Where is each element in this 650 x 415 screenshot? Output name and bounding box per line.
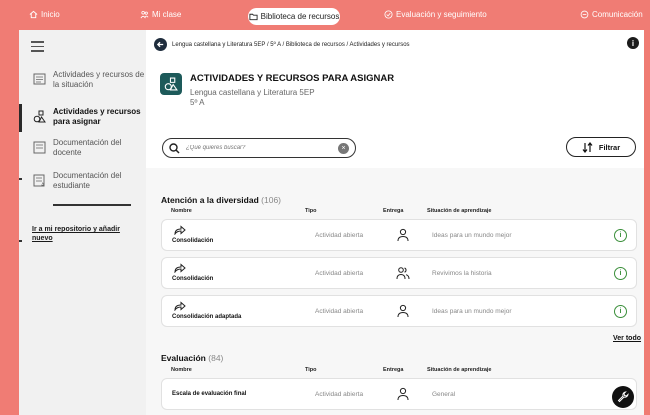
sidebar: Actividades y recursos de la situación A… [19, 30, 146, 415]
divider [53, 204, 131, 206]
nav-evaluacion[interactable]: Evaluación y seguimiento [384, 10, 487, 19]
nav-mi-clase-label: Mi clase [152, 10, 182, 19]
group-label: 5º A [190, 98, 205, 107]
table-row[interactable]: Consolidación Actividad abierta Ideas pa… [161, 219, 637, 251]
breadcrumb-text[interactable]: Lengua castellana y Literatura 5EP / 5º … [172, 42, 410, 48]
row-tipo: Actividad abierta [315, 391, 364, 398]
app-window: Actividades y recursos de la situación A… [19, 30, 644, 415]
nav-inicio-label: Inicio [41, 10, 60, 19]
main-content: Lengua castellana y Literatura 5EP / 5º … [146, 30, 644, 415]
column-header-entrega: Entrega [383, 367, 404, 373]
row-name: Consolidación adaptada [172, 314, 242, 320]
row-name: Consolidación [172, 276, 214, 282]
nav-evaluacion-label: Evaluación y seguimiento [396, 10, 487, 19]
info-icon[interactable]: i [614, 229, 627, 242]
divider [19, 240, 22, 242]
row-name: Escala de evaluación final [172, 391, 247, 397]
info-icon[interactable]: i [627, 37, 639, 49]
column-header-situacion: Situación de aprendizaje [427, 367, 492, 373]
shapes-icon [33, 110, 46, 123]
column-header-tipo: Tipo [305, 367, 317, 373]
info-icon[interactable]: i [614, 305, 627, 318]
see-all-link[interactable]: Ver todo [613, 335, 641, 342]
back-button[interactable] [154, 38, 167, 51]
row-situacion: Revivimos la historia [432, 270, 492, 277]
wrench-icon[interactable] [612, 386, 634, 408]
column-header-nombre: Nombre [171, 208, 192, 214]
sidebar-item-label: Documentación del estudiante [53, 171, 122, 190]
person-icon [397, 304, 409, 318]
chat-icon [580, 10, 589, 19]
filter-icon [582, 141, 593, 153]
clear-icon[interactable]: × [338, 142, 349, 154]
column-header-entrega: Entrega [383, 208, 404, 214]
search-bar: × [162, 138, 356, 158]
sidebar-item-label: Actividades y recursos de la situación [53, 70, 145, 89]
page-title: ACTIVIDADES Y RECURSOS PARA ASIGNAR [190, 73, 395, 84]
document-icon [33, 141, 46, 154]
student-doc-icon: A [33, 174, 45, 188]
nav-mi-clase[interactable]: Mi clase [140, 10, 181, 19]
page-subtitle: Lengua castellana y Literatura 5EP 5º A [190, 88, 315, 108]
shapes-icon [160, 73, 182, 95]
row-situacion: Ideas para un mundo mejor [432, 308, 512, 315]
search-icon [169, 142, 180, 154]
check-circle-icon [384, 10, 393, 19]
table-row[interactable]: Consolidación Actividad abierta Revivimo… [161, 257, 637, 289]
active-indicator [19, 104, 22, 132]
search-input[interactable] [186, 145, 332, 151]
table-row[interactable]: Escala de evaluación final Actividad abi… [161, 378, 637, 410]
folder-icon [249, 13, 258, 21]
person-icon [397, 387, 409, 401]
filter-label: Filtrar [598, 142, 621, 152]
section-title: Atención a la diversidad (106) [161, 195, 281, 205]
row-tipo: Actividad abierta [315, 232, 364, 239]
section-title: Evaluación (84) [161, 353, 223, 363]
filter-button[interactable]: Filtrar [566, 137, 636, 157]
nav-inicio[interactable]: Inicio [29, 10, 60, 19]
share-arrow-icon [174, 225, 186, 235]
sidebar-item-doc-docente[interactable]: Documentación del docente [19, 138, 146, 158]
menu-icon[interactable] [31, 38, 51, 54]
row-tipo: Actividad abierta [315, 308, 364, 315]
section-count: (106) [261, 195, 281, 205]
section-title-text: Atención a la diversidad [161, 195, 259, 205]
breadcrumb: Lengua castellana y Literatura 5EP / 5º … [154, 38, 410, 51]
column-header-situacion: Situación de aprendizaje [427, 208, 492, 214]
person-icon [397, 228, 409, 242]
column-header-nombre: Nombre [171, 367, 192, 373]
results-area: Atención a la diversidad (106) Nombre Ti… [146, 168, 644, 415]
sidebar-item-label: Actividades y recursos para asignar [53, 107, 141, 126]
info-icon[interactable]: i [614, 267, 627, 280]
row-situacion: Ideas para un mundo mejor [432, 232, 512, 239]
repository-link[interactable]: Ir a mi repositorio y añadir nuevo [32, 225, 140, 243]
arrow-left-icon [156, 41, 164, 48]
column-header-tipo: Tipo [305, 208, 317, 214]
table-row[interactable]: Consolidación adaptada Actividad abierta… [161, 295, 637, 327]
row-situacion: General [432, 391, 456, 398]
group-icon [396, 267, 410, 280]
people-icon [140, 10, 149, 19]
share-arrow-icon [174, 301, 186, 311]
row-tipo: Actividad abierta [315, 270, 364, 277]
sidebar-item-actividades-situacion[interactable]: Actividades y recursos de la situación [19, 70, 146, 90]
activities-icon [33, 73, 46, 85]
sidebar-item-actividades-asignar[interactable]: Actividades y recursos para asignar [19, 104, 146, 132]
nav-biblioteca-label: Biblioteca de recursos [260, 12, 340, 21]
nav-comunicacion[interactable]: Comunicación [580, 10, 643, 19]
share-arrow-icon [174, 263, 186, 273]
svg-text:A: A [41, 183, 45, 188]
divider [19, 178, 22, 180]
nav-comunicacion-label: Comunicación [592, 10, 643, 19]
sidebar-item-doc-estudiante[interactable]: A Documentación del estudiante [19, 171, 146, 191]
nav-biblioteca[interactable]: Biblioteca de recursos [248, 8, 340, 25]
home-icon [29, 10, 38, 19]
section-title-text: Evaluación [161, 353, 206, 363]
subject-label: Lengua castellana y Literatura 5EP [190, 88, 315, 97]
section-count: (84) [208, 353, 224, 363]
row-name: Consolidación [172, 238, 214, 244]
sidebar-item-label: Documentación del docente [53, 138, 122, 157]
top-navigation: Inicio Mi clase Biblioteca de recursos E… [0, 0, 650, 34]
